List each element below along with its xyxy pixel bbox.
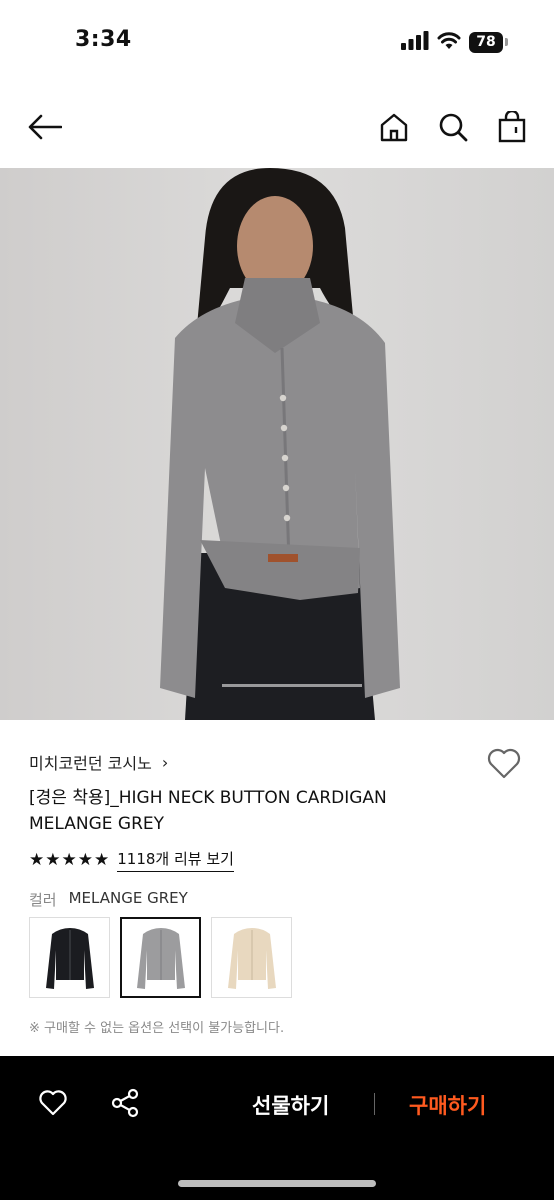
gift-button[interactable]: 선물하기 <box>252 1090 329 1120</box>
swatch-beige[interactable] <box>211 917 292 998</box>
product-image-carousel[interactable] <box>0 168 554 720</box>
product-title: [경은 착용]_HIGH NECK BUTTON CARDIGAN MELANG… <box>29 788 387 834</box>
search-button[interactable] <box>436 110 470 144</box>
product-photo <box>0 168 554 720</box>
battery-level: 78 <box>469 31 503 53</box>
status-time: 3:34 <box>75 27 132 52</box>
wifi-icon <box>437 31 461 54</box>
option-notice: ※ 구매할 수 없는 옵션은 선택이 불가능합니다. <box>29 1021 285 1036</box>
brand-name: 미치코런던 코시노 <box>29 754 152 773</box>
search-icon <box>439 113 468 142</box>
star-icon: ★ <box>94 850 110 870</box>
brand-link[interactable]: 미치코런던 코시노 › <box>29 750 168 774</box>
cardigan-thumbnail <box>227 927 276 989</box>
swatch-black[interactable] <box>29 917 110 998</box>
swatch-melange-grey[interactable] <box>120 917 201 998</box>
star-icon: ★ <box>61 850 77 870</box>
cardigan-thumbnail <box>45 927 94 989</box>
battery-indicator: 78 <box>469 31 508 53</box>
signal-icon <box>401 30 429 54</box>
bottom-action-bar: 선물하기 구매하기 <box>0 1056 554 1200</box>
arrow-left-icon <box>28 114 62 140</box>
buy-button[interactable]: 구매하기 <box>409 1090 486 1120</box>
back-button[interactable] <box>26 110 64 144</box>
color-label: 컬러 <box>29 891 57 909</box>
color-option-row: 컬러 MELANGE GREY <box>29 889 188 910</box>
color-swatches <box>29 917 292 998</box>
carousel-indicator <box>222 684 362 687</box>
status-icons: 78 <box>401 30 508 54</box>
shopping-bag-icon <box>498 111 526 143</box>
cart-button[interactable] <box>495 110 529 144</box>
share-button[interactable] <box>110 1088 142 1120</box>
cardigan-thumbnail <box>136 927 185 989</box>
divider <box>374 1093 375 1115</box>
heart-outline-icon <box>39 1090 67 1116</box>
share-icon <box>111 1088 139 1118</box>
status-bar: 3:34 78 <box>0 0 554 82</box>
color-value: MELANGE GREY <box>68 889 188 907</box>
star-icon: ★ <box>29 850 45 870</box>
home-icon <box>380 113 408 142</box>
home-button[interactable] <box>377 110 411 144</box>
star-icon: ★ <box>45 850 61 870</box>
review-link[interactable]: 1118개 리뷰 보기 <box>117 848 234 872</box>
rating-row: ★ ★ ★ ★ ★ 1118개 리뷰 보기 <box>29 848 234 872</box>
chevron-right-icon: › <box>161 752 169 772</box>
wishlist-button[interactable] <box>486 748 526 784</box>
heart-outline-icon <box>487 748 521 779</box>
home-indicator <box>178 1180 376 1187</box>
top-nav-bar <box>0 92 554 162</box>
star-icon: ★ <box>77 850 93 870</box>
star-rating: ★ ★ ★ ★ ★ <box>29 850 109 870</box>
battery-cap <box>505 38 508 46</box>
bottom-wishlist-button[interactable] <box>38 1089 70 1119</box>
